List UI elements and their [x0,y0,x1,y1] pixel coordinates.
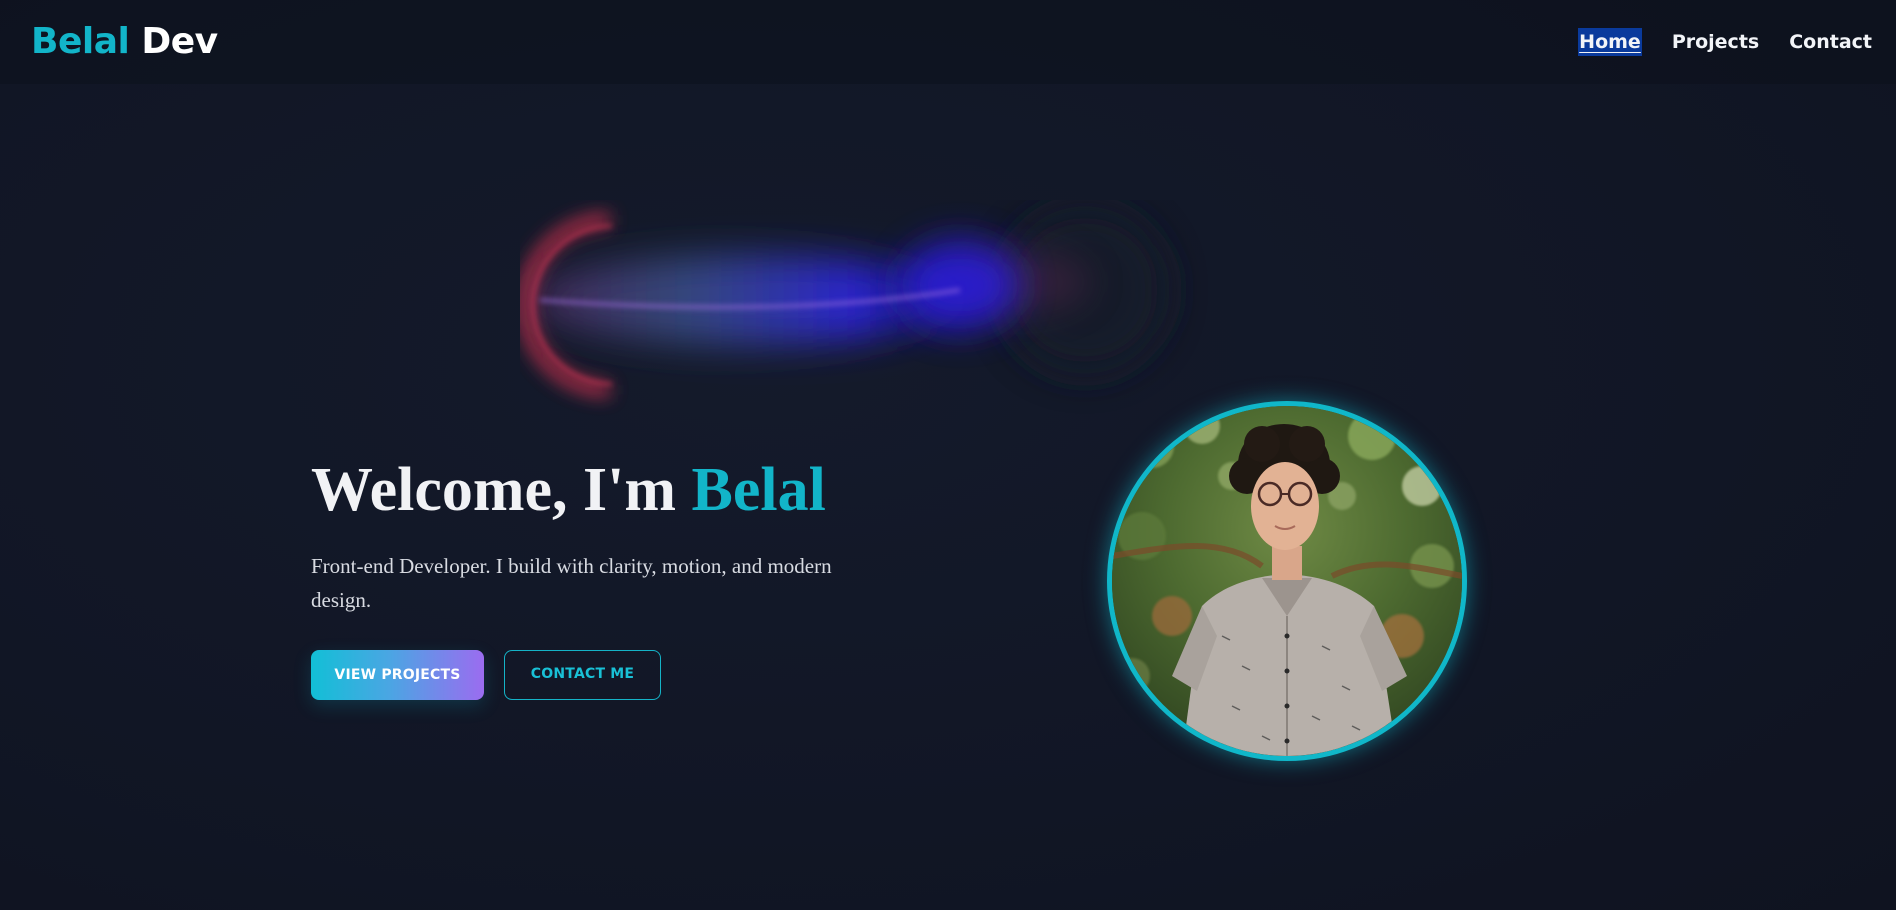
main-nav: Home Projects Contact [1578,28,1872,56]
hero-subtitle: Front-end Developer. I build with clarit… [311,554,832,612]
nav-link-home[interactable]: Home [1578,28,1642,56]
hero-title-prefix: Welcome, I'm [311,456,677,524]
site-header: Belal Dev Home Projects Contact [0,0,1896,84]
nav-link-contact[interactable]: Contact [1789,28,1872,56]
logo-first-word: Belal [31,21,130,62]
nav-link-projects[interactable]: Projects [1672,28,1759,56]
hero-title-name: Belal [691,456,826,524]
page: Belal Dev Home Projects Contact Welcome,… [0,0,1896,910]
site-logo[interactable]: Belal Dev [31,20,218,64]
avatar [1107,401,1467,761]
profile-photo [1112,406,1462,756]
view-projects-button[interactable]: VIEW PROJECTS [311,650,484,700]
contact-me-button[interactable]: CONTACT ME [504,650,661,700]
comet-decoration [520,205,1170,397]
hero-title: Welcome, I'm Belal [311,450,826,530]
logo-second-word: Dev [141,21,218,62]
